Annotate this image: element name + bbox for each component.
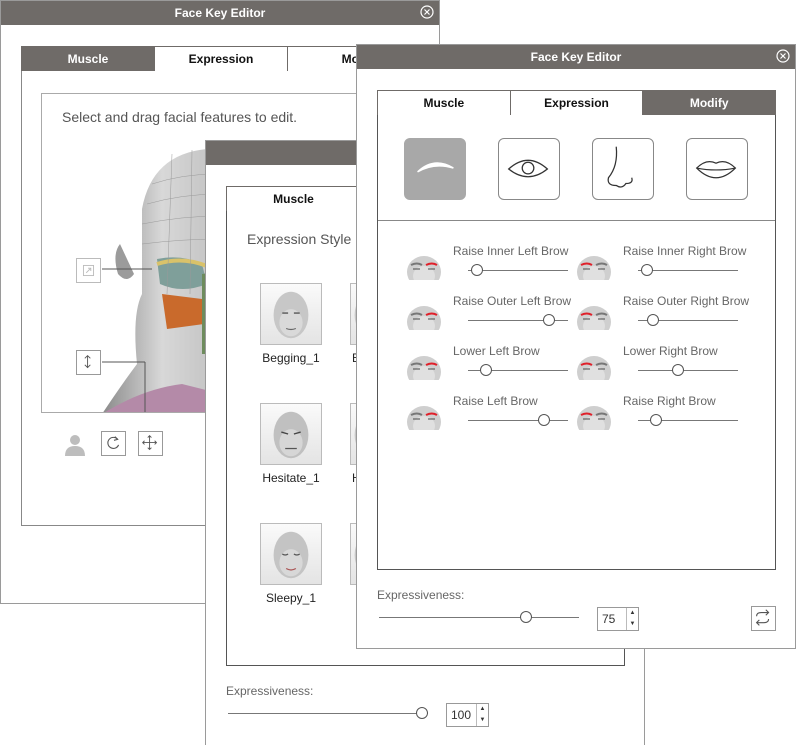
swap-icon [755, 609, 770, 626]
window-title: Face Key Editor [174, 6, 266, 20]
slider-knob[interactable] [520, 611, 532, 623]
brow-slider-label: Raise Inner Right Brow [623, 244, 747, 258]
brow-face-icon [406, 404, 442, 430]
slider-knob[interactable] [543, 314, 555, 326]
expression-thumbnail[interactable] [260, 523, 322, 585]
slider-knob[interactable] [672, 364, 684, 376]
expressiveness-value[interactable]: 100 [451, 708, 471, 722]
expressiveness-slider[interactable] [228, 706, 428, 720]
brow-slider[interactable] [638, 413, 738, 427]
brow-slider[interactable] [638, 363, 738, 377]
tab-muscle[interactable]: Muscle [227, 187, 361, 211]
brow-slider-label: Raise Right Brow [623, 394, 716, 408]
eyebrow-icon [417, 162, 454, 173]
scale-icon[interactable] [76, 258, 101, 283]
expressiveness-stepper[interactable]: 75 ▲ ▼ [597, 607, 639, 631]
close-icon[interactable] [420, 5, 434, 19]
brow-face-icon [406, 354, 442, 380]
stepper-down-icon[interactable]: ▼ [627, 619, 638, 630]
brow-slider-label: Raise Inner Left Brow [453, 244, 569, 258]
window-titlebar: Face Key Editor [1, 1, 439, 25]
stepper-up-icon[interactable]: ▲ [477, 704, 488, 715]
expressiveness-stepper[interactable]: 100 ▲ ▼ [446, 703, 489, 727]
expression-thumbnail[interactable] [260, 283, 322, 345]
move-icon[interactable] [138, 431, 163, 456]
brow-face-icon [576, 354, 612, 380]
brow-slider-label: Raise Outer Left Brow [453, 294, 572, 308]
window-titlebar: Face Key Editor [357, 45, 795, 69]
brow-face-icon [406, 254, 442, 280]
reset-rotation-icon[interactable] [101, 431, 126, 456]
feature-eye-button[interactable] [498, 138, 560, 200]
brow-slider-label: Lower Right Brow [623, 344, 718, 358]
expression-label: Sleepy_1 [265, 591, 317, 605]
slider-knob[interactable] [538, 414, 550, 426]
lips-icon [695, 160, 737, 179]
brow-slider[interactable] [468, 413, 568, 427]
slider-knob[interactable] [647, 314, 659, 326]
person-icon[interactable] [63, 432, 87, 456]
brow-face-icon [576, 404, 612, 430]
close-icon[interactable] [776, 49, 790, 63]
feature-eyebrow-button[interactable] [404, 138, 466, 200]
nose-icon [607, 146, 633, 188]
brow-face-icon [576, 304, 612, 330]
vertical-move-icon[interactable] [76, 350, 101, 375]
slider-knob[interactable] [480, 364, 492, 376]
mirror-swap-button[interactable] [751, 606, 776, 631]
tab-modify[interactable]: Modify [643, 91, 776, 115]
expressiveness-label: Expressiveness: [226, 684, 314, 698]
expression-label: Begging_1 [262, 351, 320, 365]
window-title: Face Key Editor [530, 50, 622, 64]
expressiveness-slider[interactable] [379, 610, 579, 624]
stepper-down-icon[interactable]: ▼ [477, 715, 488, 726]
brow-slider[interactable] [468, 363, 568, 377]
brow-slider-grid: Raise Inner Left Brow Raise Inner Right B… [378, 220, 775, 460]
slider-knob[interactable] [416, 707, 428, 719]
brow-slider[interactable] [638, 313, 738, 327]
expressiveness-label: Expressiveness: [377, 588, 465, 602]
brow-face-icon [406, 304, 442, 330]
tab-bar: Muscle Expression Modify [377, 90, 776, 116]
tab-expression[interactable]: Expression [155, 47, 288, 71]
slider-knob[interactable] [641, 264, 653, 276]
feature-lips-button[interactable] [686, 138, 748, 200]
tab-muscle[interactable]: Muscle [378, 91, 511, 115]
brow-slider-label: Lower Left Brow [453, 344, 540, 358]
slider-knob[interactable] [650, 414, 662, 426]
expressiveness-value[interactable]: 75 [602, 612, 615, 626]
slider-knob[interactable] [471, 264, 483, 276]
modify-panel: Raise Inner Left Brow Raise Inner Right B… [377, 115, 776, 570]
brow-slider-label: Raise Outer Right Brow [623, 294, 750, 308]
brow-slider[interactable] [638, 263, 738, 277]
face-key-editor-window-front: Face Key Editor Muscle Expression Modify [356, 44, 796, 649]
brow-face-icon [576, 254, 612, 280]
brow-slider[interactable] [468, 263, 568, 277]
brow-slider-label: Raise Left Brow [453, 394, 538, 408]
expression-thumbnail[interactable] [260, 403, 322, 465]
tab-muscle[interactable]: Muscle [22, 47, 155, 71]
feature-nose-button[interactable] [592, 138, 654, 200]
brow-slider[interactable] [468, 313, 568, 327]
expression-style-heading: Expression Style [247, 231, 352, 247]
expression-label: Hesitate_1 [262, 471, 320, 485]
eye-icon [507, 159, 549, 178]
stepper-up-icon[interactable]: ▲ [627, 608, 638, 619]
tab-expression[interactable]: Expression [510, 91, 644, 115]
